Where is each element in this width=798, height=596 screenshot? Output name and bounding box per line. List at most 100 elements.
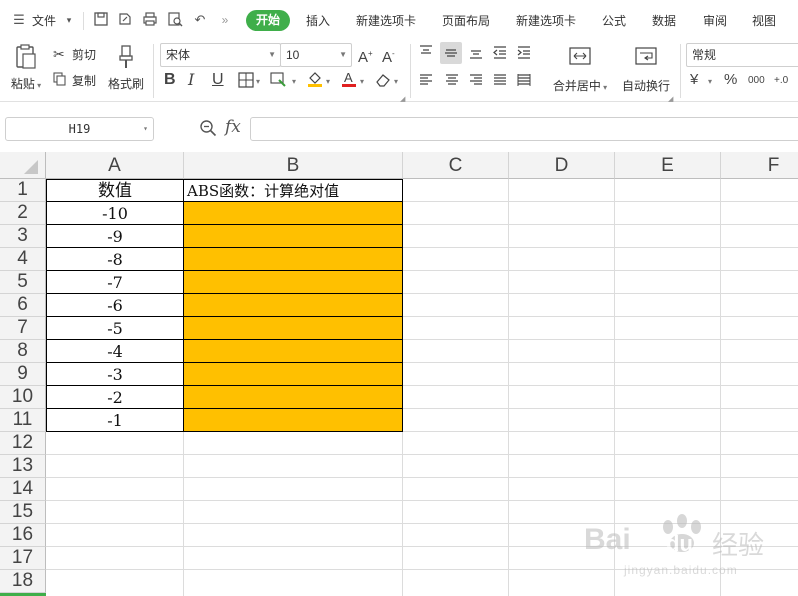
decrease-indent-icon[interactable] <box>492 44 508 63</box>
row-header[interactable]: 11 <box>0 409 46 432</box>
more-icon[interactable]: » <box>216 11 234 29</box>
cell-a6[interactable]: -6 <box>47 295 183 317</box>
highlighted-range[interactable] <box>184 202 402 432</box>
row-header[interactable]: 5 <box>0 271 46 294</box>
print-icon[interactable] <box>141 11 159 29</box>
format-painter-button[interactable]: 格式刷 <box>106 44 146 100</box>
increase-font-icon[interactable]: A+ <box>358 46 373 66</box>
name-box[interactable]: H19 ▾ <box>5 117 154 141</box>
row-header[interactable]: 14 <box>0 478 46 501</box>
chevron-down-icon[interactable]: ▾ <box>256 74 260 90</box>
row-header[interactable]: 13 <box>0 455 46 478</box>
cell-a5[interactable]: -7 <box>47 272 183 294</box>
eraser-icon[interactable] <box>374 72 392 91</box>
increase-indent-icon[interactable] <box>516 44 532 63</box>
row-header[interactable]: 10 <box>0 386 46 409</box>
align-center-icon[interactable] <box>444 72 460 91</box>
row-header[interactable]: 4 <box>0 248 46 271</box>
chevron-down-icon[interactable]: ▾ <box>360 74 364 90</box>
select-all-corner[interactable] <box>0 152 46 179</box>
fill-color-icon[interactable] <box>306 70 324 91</box>
row-header[interactable]: 2 <box>0 202 46 225</box>
row-header[interactable]: 18 <box>0 570 46 593</box>
row-header[interactable]: 1 <box>0 179 46 202</box>
undo-icon[interactable]: ↶ <box>191 11 209 29</box>
justify-icon[interactable] <box>492 72 508 91</box>
cell-a1[interactable]: 数值 <box>47 180 183 202</box>
row-header[interactable]: 3 <box>0 225 46 248</box>
chevron-down-icon[interactable]: ▾ <box>326 74 330 90</box>
italic-icon[interactable]: I <box>188 72 194 88</box>
export-icon[interactable] <box>116 11 134 29</box>
chevron-down-icon[interactable]: ▾ <box>394 74 398 90</box>
thousands-icon[interactable]: 000 <box>748 73 765 89</box>
tab-home[interactable]: 开始 <box>246 10 290 31</box>
wrap-text-button[interactable]: 自动换行 <box>618 46 674 96</box>
row-header[interactable]: 7 <box>0 317 46 340</box>
increase-decimal-icon[interactable]: +.0 <box>774 73 788 89</box>
column-header-c[interactable]: C <box>403 152 509 179</box>
chevron-down-icon[interactable]: ▾ <box>292 74 296 90</box>
tab-new-1[interactable]: 新建选项卡 <box>356 10 416 32</box>
cell-a7[interactable]: -5 <box>47 318 183 340</box>
row-header[interactable]: 12 <box>0 432 46 455</box>
paste-button[interactable]: 粘贴 ▾ <box>8 44 44 100</box>
font-color-icon[interactable]: A <box>340 70 358 91</box>
align-right-icon[interactable] <box>468 72 484 91</box>
fx-icon[interactable]: fx <box>225 117 241 137</box>
copy-icon[interactable] <box>53 72 67 89</box>
column-header-a[interactable]: A <box>46 152 184 179</box>
cell-a10[interactable]: -2 <box>47 387 183 409</box>
tab-view[interactable]: 视图 <box>752 10 776 32</box>
cell-a2[interactable]: -10 <box>47 203 183 225</box>
tab-insert[interactable]: 插入 <box>306 10 330 32</box>
column-header-d[interactable]: D <box>509 152 615 179</box>
distributed-icon[interactable] <box>516 72 532 91</box>
cell-b1[interactable]: ABS函数：计算绝对值 <box>187 180 402 202</box>
scissors-icon[interactable]: ✂ <box>53 46 65 62</box>
percent-icon[interactable]: % <box>724 72 737 88</box>
menu-icon[interactable]: ☰ <box>10 11 28 29</box>
column-header-f[interactable]: F <box>721 152 798 179</box>
row-header[interactable]: 15 <box>0 501 46 524</box>
row-header[interactable]: 17 <box>0 547 46 570</box>
number-format-select[interactable]: 常规 <box>686 43 798 67</box>
tab-formulas[interactable]: 公式 <box>602 10 626 32</box>
cell-a3[interactable]: -9 <box>47 226 183 248</box>
cell-a8[interactable]: -4 <box>47 341 183 363</box>
tab-new-2[interactable]: 新建选项卡 <box>516 10 576 32</box>
tab-review[interactable]: 审阅 <box>703 10 727 32</box>
underline-icon[interactable]: U <box>212 72 224 88</box>
copy-button[interactable]: 复制 <box>72 74 96 88</box>
cut-button[interactable]: 剪切 <box>72 48 96 62</box>
decrease-font-icon[interactable]: A- <box>382 46 395 66</box>
cell-a4[interactable]: -8 <box>47 249 183 271</box>
row-header[interactable]: 8 <box>0 340 46 363</box>
file-menu[interactable]: 文件 <box>32 10 56 32</box>
zoom-icon[interactable] <box>199 119 217 140</box>
cell-a9[interactable]: -3 <box>47 364 183 386</box>
cell-style-icon[interactable] <box>270 72 288 91</box>
borders-icon[interactable] <box>238 72 254 91</box>
save-icon[interactable] <box>92 11 110 29</box>
bold-icon[interactable]: B <box>164 72 176 88</box>
row-header[interactable]: 16 <box>0 524 46 547</box>
font-size-select[interactable]: 10 ▼ <box>280 43 352 67</box>
formula-input[interactable] <box>250 117 798 141</box>
row-header[interactable]: 9 <box>0 363 46 386</box>
print-preview-icon[interactable] <box>166 11 184 29</box>
align-left-icon[interactable] <box>418 72 434 91</box>
align-top-icon[interactable] <box>418 44 434 63</box>
currency-icon[interactable]: ¥ <box>690 72 698 88</box>
chevron-down-icon[interactable]: ▾ <box>60 11 78 29</box>
align-middle-icon[interactable] <box>440 42 462 64</box>
row-header[interactable]: 6 <box>0 294 46 317</box>
chevron-down-icon[interactable]: ▾ <box>708 74 712 90</box>
align-bottom-icon[interactable] <box>468 44 484 63</box>
column-header-b[interactable]: B <box>184 152 403 179</box>
tab-data[interactable]: 数据 <box>652 10 676 32</box>
cell-a11[interactable]: -1 <box>47 410 183 432</box>
tab-page-layout[interactable]: 页面布局 <box>442 10 490 32</box>
merge-center-button[interactable]: 合并居中 ▾ <box>548 46 612 96</box>
font-name-select[interactable]: 宋体 ▼ <box>160 43 281 67</box>
